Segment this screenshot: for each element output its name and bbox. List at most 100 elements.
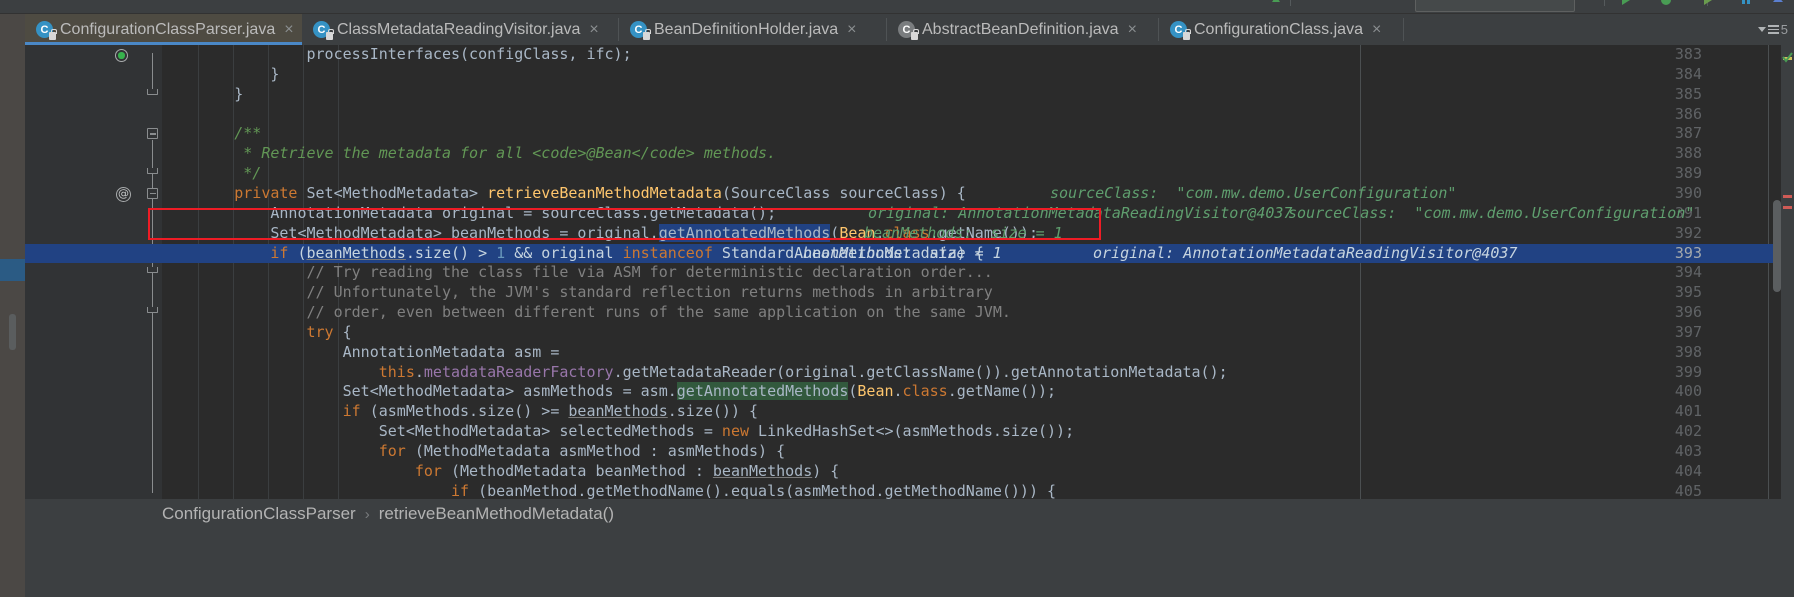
java-class-icon: C — [1170, 21, 1191, 40]
stop-icon[interactable] — [1702, 0, 1714, 6]
code-line-404[interactable]: 404 for (MethodMetadata beanMethod : bea… — [25, 462, 1794, 482]
code-text: // order, even between different runs of… — [162, 303, 1011, 322]
code-text: */ — [162, 164, 262, 183]
run-icon[interactable] — [1620, 0, 1632, 6]
line-number: 389 — [1674, 164, 1702, 183]
line-number: 405 — [1674, 481, 1702, 499]
editor-tab-configurationclass[interactable]: C ConfigurationClass.java × — [1159, 14, 1404, 45]
annotation-at-icon[interactable]: @ — [116, 186, 131, 202]
fold-collapse-icon[interactable] — [147, 128, 158, 140]
tab-overflow-count: 5 — [1780, 22, 1788, 37]
code-line-397[interactable]: 397 try { — [25, 323, 1794, 343]
tab-overflow-control[interactable]: 5 — [1757, 14, 1788, 45]
code-line-394[interactable]: 394 // Try reading the class file via AS… — [25, 263, 1794, 283]
code-line-393-current[interactable]: 393 if (beanMethods.size() > 1 && origin… — [25, 243, 1794, 264]
line-number: 385 — [1674, 84, 1702, 103]
code-line-386[interactable]: 386 — [25, 105, 1794, 125]
tab-close-icon[interactable]: × — [284, 21, 293, 38]
tab-close-icon[interactable]: × — [847, 21, 856, 38]
code-text: try { — [162, 322, 352, 341]
inline-hint-original: original: AnnotationMetadataReadingVisit… — [868, 203, 1293, 222]
code-line-387[interactable]: 387 /** — [25, 124, 1794, 144]
inline-hint-sourceclass-2: sourceClass: "com.mw.demo.UserConfigurat… — [1288, 203, 1695, 222]
breadcrumb[interactable]: ConfigurationClassParser › retrieveBeanM… — [25, 499, 1794, 529]
breadcrumb-method[interactable]: retrieveBeanMethodMetadata() — [379, 504, 614, 524]
code-line-384[interactable]: 384 } — [25, 65, 1794, 85]
fold-end-icon[interactable] — [147, 168, 158, 175]
tab-close-icon[interactable]: × — [589, 21, 598, 38]
fold-end-icon[interactable] — [147, 307, 158, 314]
editor-tab-bar: C ConfigurationClassParser.java × C Clas… — [25, 14, 1794, 45]
editor-tab-classmetadatareadingvisitor[interactable]: C ClassMetadataReadingVisitor.java × — [302, 14, 619, 45]
code-text: Set<MethodMetadata> asmMethods = asm.get… — [162, 382, 1057, 401]
layout-icon[interactable] — [1772, 0, 1784, 6]
selected-token: getAnnotatedMethods — [658, 223, 831, 242]
editor-tab-configurationclassparser[interactable]: C ConfigurationClassParser.java × — [25, 14, 302, 45]
editor-tab-label: ClassMetadataReadingVisitor.java — [337, 20, 581, 38]
tab-list-icon — [1767, 25, 1779, 34]
code-text: this.metadataReaderFactory.getMetadataRe… — [378, 362, 1228, 381]
line-number: 400 — [1674, 382, 1702, 401]
debug-icon[interactable] — [1660, 0, 1672, 6]
line-number: 398 — [1674, 342, 1702, 361]
editor-tab-label: BeanDefinitionHolder.java — [654, 20, 839, 38]
fold-end-icon[interactable] — [147, 88, 158, 95]
code-text: for (MethodMetadata beanMethod : beanMet… — [162, 461, 840, 480]
code-text: for (MethodMetadata asmMethod : asmMetho… — [162, 442, 786, 460]
editor-tab-beandefinitionholder[interactable]: C BeanDefinitionHolder.java × — [619, 14, 887, 45]
code-line-400[interactable]: 400 Set<MethodMetadata> asmMethods = asm… — [25, 382, 1794, 402]
usage-highlight: getAnnotatedMethods — [676, 382, 849, 401]
stripe-marker-error[interactable] — [1783, 206, 1792, 209]
code-line-403[interactable]: 403 for (MethodMetadata asmMethod : asmM… — [25, 442, 1794, 462]
code-line-401[interactable]: 401 if (asmMethods.size() >= beanMethods… — [25, 402, 1794, 422]
editor-tab-label: ConfigurationClass.java — [1194, 20, 1363, 38]
inspection-status-icon[interactable] — [1782, 52, 1793, 63]
stripe-marker-error[interactable] — [1783, 195, 1792, 198]
code-line-398[interactable]: 398 AnnotationMetadata asm = — [25, 343, 1794, 363]
code-text: AnnotationMetadata asm = — [162, 342, 560, 361]
lock-badge-icon — [49, 29, 57, 40]
left-tool-stripe — [0, 14, 25, 597]
toolbar-strip — [0, 0, 1794, 14]
error-stripe-panel[interactable] — [1781, 45, 1794, 499]
code-line-388[interactable]: 388 * Retrieve the metadata for all <cod… — [25, 144, 1794, 164]
fold-collapse-icon[interactable] — [147, 187, 158, 199]
stripe-debug-marker — [0, 259, 25, 281]
code-line-383[interactable]: 383 processInterfaces(configClass, ifc); — [25, 45, 1794, 65]
pause-icon[interactable] — [1740, 0, 1752, 6]
tab-close-icon[interactable]: × — [1128, 21, 1137, 38]
code-line-389[interactable]: 389 */ — [25, 164, 1794, 184]
run-breakpoint-icon[interactable] — [115, 49, 128, 62]
code-line-392[interactable]: 392 Set<MethodMetadata> beanMethods = or… — [25, 223, 1794, 244]
code-line-391[interactable]: 391 AnnotationMetadata original = source… — [25, 204, 1794, 224]
lock-badge-icon — [643, 29, 651, 40]
editor-tab-abstractbeandefinition[interactable]: C AbstractBeanDefinition.java × — [887, 14, 1159, 45]
code-editor[interactable]: 383 processInterfaces(configClass, ifc);… — [25, 45, 1794, 499]
run-configuration-selector[interactable] — [1415, 0, 1575, 12]
code-line-405[interactable]: 405 if (beanMethod.getMethodName().equal… — [25, 482, 1794, 499]
code-text: if (asmMethods.size() >= beanMethods.siz… — [162, 402, 759, 421]
tab-close-icon[interactable]: × — [1372, 21, 1381, 38]
code-text: private Set<MethodMetadata> retrieveBean… — [162, 183, 984, 202]
editor-vertical-scrollbar[interactable] — [1773, 200, 1781, 292]
inline-hint-beanmethods-current: beanMethods: size = 1 — [803, 243, 1002, 262]
code-line-396[interactable]: 396 // order, even between different run… — [25, 303, 1794, 323]
lock-badge-icon — [911, 29, 919, 40]
build-icon[interactable] — [1270, 0, 1282, 6]
java-class-icon: C — [630, 21, 651, 40]
code-line-399[interactable]: 399 this.metadataReaderFactory.getMetada… — [25, 363, 1794, 383]
line-number: 397 — [1674, 322, 1702, 341]
left-tool-stripe-bottom — [0, 529, 25, 597]
code-text: } — [162, 64, 280, 83]
code-line-385[interactable]: 385 } — [25, 85, 1794, 105]
breadcrumb-class[interactable]: ConfigurationClassParser — [162, 504, 356, 524]
code-line-402[interactable]: 402 Set<MethodMetadata> selectedMethods … — [25, 422, 1794, 442]
code-line-390[interactable]: 390 @ private Set<MethodMetadata> retrie… — [25, 184, 1794, 204]
stripe-scrollbar[interactable] — [9, 314, 16, 350]
code-text: // Unfortunately, the JVM's standard ref… — [162, 283, 993, 302]
line-number: 403 — [1674, 442, 1702, 460]
code-line-395[interactable]: 395 // Unfortunately, the JVM's standard… — [25, 283, 1794, 303]
line-number: 384 — [1674, 64, 1702, 83]
java-class-icon: C — [36, 21, 57, 40]
fold-end-icon[interactable] — [147, 267, 158, 274]
